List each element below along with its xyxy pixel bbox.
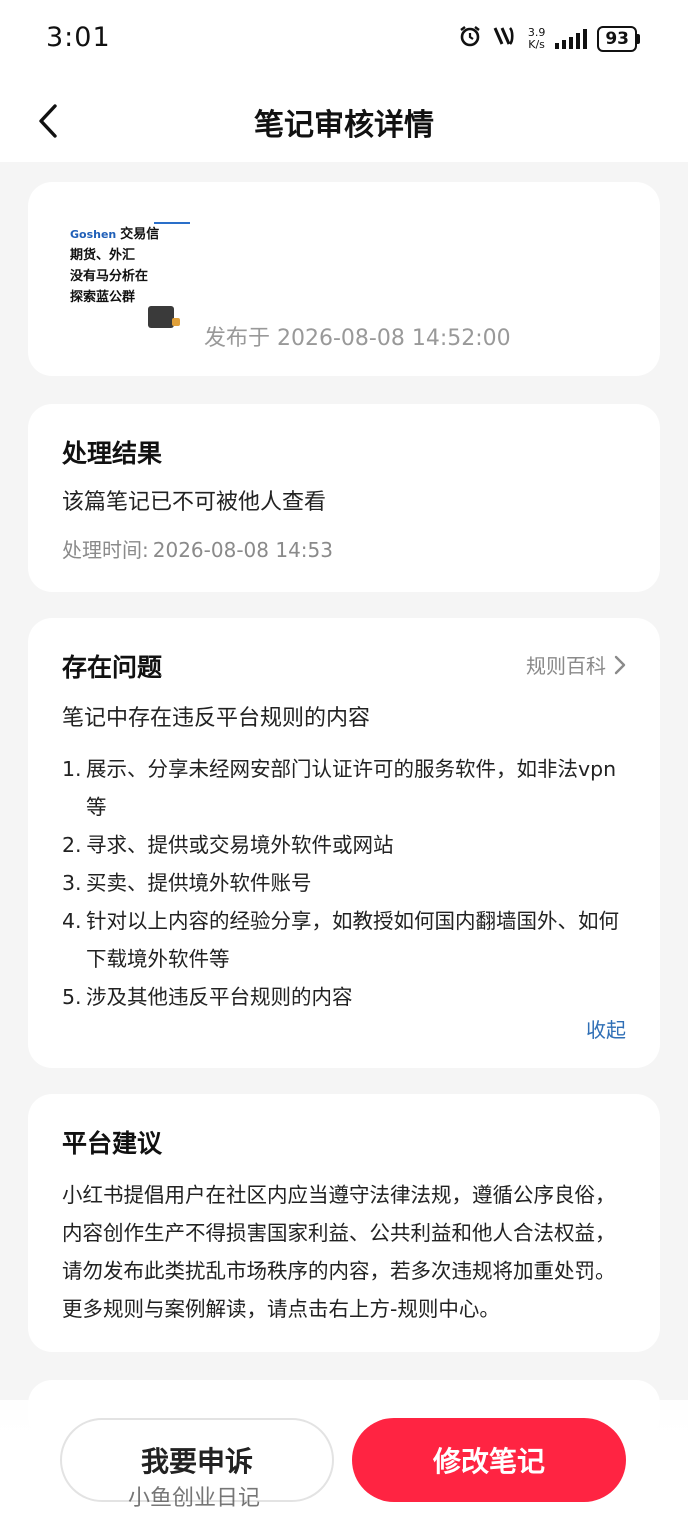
list-item-text: 涉及其他违反平台规则的内容 bbox=[86, 985, 353, 1009]
collapse-button[interactable]: 收起 bbox=[586, 1014, 626, 1043]
rules-wiki-label: 规则百科 bbox=[526, 654, 606, 678]
list-item-number: 5. bbox=[62, 985, 82, 1009]
list-item-number: 3. bbox=[62, 871, 82, 895]
status-bar: 3:01 3.9 K/s 93 bbox=[0, 0, 688, 80]
list-item-text: 寻求、提供或交易境外软件或网站 bbox=[86, 833, 394, 857]
thumbnail-sticker bbox=[148, 306, 174, 328]
network-speed: 3.9 K/s bbox=[528, 27, 546, 51]
advice-title: 平台建议 bbox=[62, 1129, 163, 1158]
list-item-number: 2. bbox=[62, 833, 82, 857]
thumbnail-line: 期货、外汇 bbox=[70, 248, 136, 263]
issue-card: 存在问题 规则百科 笔记中存在违反平台规则的内容 1. 展示、分享未经网安部门认证… bbox=[28, 618, 660, 1068]
list-item-number: 1. bbox=[62, 757, 82, 781]
publish-time: 发布于 2026-08-08 14:52:00 bbox=[204, 326, 511, 351]
thumbnail-sticker-accent bbox=[172, 318, 180, 326]
list-item: 4. 针对以上内容的经验分享，如教授如何国内翻墙国外、如何下载境外软件等 bbox=[62, 902, 632, 978]
signal-icon bbox=[555, 29, 588, 49]
issue-title: 存在问题 bbox=[62, 653, 163, 682]
note-card[interactable]: Goshen 交易信 期货、外汇 没有马分析在 探索蓝公群 发布于 2026-08… bbox=[28, 182, 660, 376]
nfc-icon bbox=[492, 24, 518, 54]
edit-note-button[interactable]: 修改笔记 bbox=[352, 1418, 626, 1502]
chevron-right-icon bbox=[614, 655, 626, 674]
result-title: 处理结果 bbox=[62, 439, 163, 468]
list-item: 5. 涉及其他违反平台规则的内容 bbox=[62, 978, 632, 1016]
list-item: 1. 展示、分享未经网安部门认证许可的服务软件，如非法vpn等 bbox=[62, 750, 632, 826]
result-description: 该篇笔记已不可被他人查看 bbox=[62, 490, 327, 515]
result-time-value: 2026-08-08 14:53 bbox=[152, 538, 333, 562]
list-item: 2. 寻求、提供或交易境外软件或网站 bbox=[62, 826, 632, 864]
note-thumbnail[interactable]: Goshen 交易信 期货、外汇 没有马分析在 探索蓝公群 bbox=[70, 206, 200, 328]
thumbnail-line: 交易信 bbox=[120, 227, 160, 242]
result-time: 处理时间: 2026-08-08 14:53 bbox=[62, 534, 333, 563]
advice-body: 小红书提倡用户在社区内应当遵守法律法规，遵循公序良俗，内容创作生产不得损害国家利… bbox=[62, 1183, 616, 1321]
list-item-text: 展示、分享未经网安部门认证许可的服务软件，如非法vpn等 bbox=[86, 757, 617, 819]
watermark: 小鱼创业日记 bbox=[128, 1486, 261, 1511]
battery-icon: 93 bbox=[597, 26, 640, 52]
issue-summary: 笔记中存在违反平台规则的内容 bbox=[62, 706, 371, 731]
list-item: 3. 买卖、提供境外软件账号 bbox=[62, 864, 632, 902]
nav-bar: 笔记审核详情 bbox=[0, 80, 688, 162]
alarm-icon bbox=[458, 24, 482, 54]
status-icons: 3.9 K/s 93 bbox=[458, 24, 640, 54]
result-time-label: 处理时间: bbox=[62, 538, 149, 562]
network-speed-unit: K/s bbox=[528, 38, 545, 51]
thumbnail-rule bbox=[154, 222, 190, 224]
list-item-text: 买卖、提供境外软件账号 bbox=[86, 871, 312, 895]
thumbnail-brand: Goshen bbox=[70, 228, 117, 241]
list-item-number: 4. bbox=[62, 909, 82, 933]
result-card: 处理结果 该篇笔记已不可被他人查看 处理时间: 2026-08-08 14:53 bbox=[28, 404, 660, 592]
issue-list: 1. 展示、分享未经网安部门认证许可的服务软件，如非法vpn等 2. 寻求、提供或交… bbox=[62, 750, 632, 1016]
battery-level: 93 bbox=[597, 26, 637, 52]
rules-wiki-link[interactable]: 规则百科 bbox=[526, 650, 626, 679]
bottom-action-bar: 我要申诉 修改笔记 小鱼创业日记 bbox=[0, 1400, 688, 1520]
advice-card: 平台建议 小红书提倡用户在社区内应当遵守法律法规，遵循公序良俗，内容创作生产不得… bbox=[28, 1094, 660, 1352]
status-time: 3:01 bbox=[46, 22, 111, 53]
page-title: 笔记审核详情 bbox=[254, 108, 434, 143]
list-item-text: 针对以上内容的经验分享，如教授如何国内翻墙国外、如何下载境外软件等 bbox=[86, 909, 619, 971]
thumbnail-line: 探索蓝公群 bbox=[70, 290, 136, 305]
thumbnail-line: 没有马分析在 bbox=[70, 269, 149, 284]
